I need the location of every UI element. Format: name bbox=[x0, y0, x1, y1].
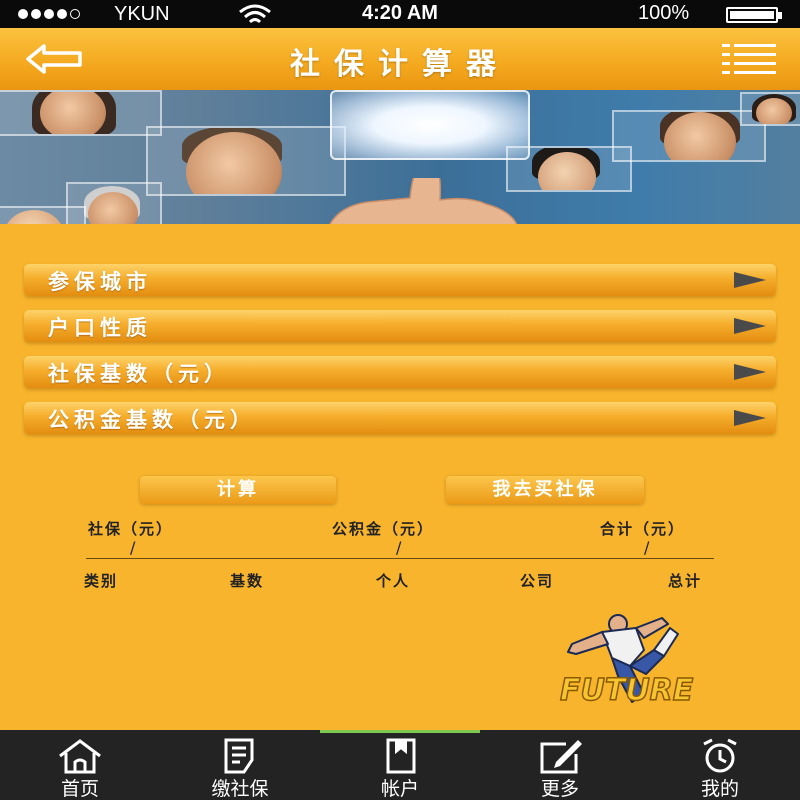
buy-social-insurance-button[interactable]: 我去买社保 bbox=[446, 476, 644, 504]
housing-fund-value: / bbox=[396, 538, 402, 557]
tab-label: 帐户 bbox=[380, 778, 419, 800]
photo-tile bbox=[146, 126, 346, 196]
housing-fund-total-header: 公积金（元） bbox=[332, 520, 435, 538]
battery-percentage: 100% bbox=[638, 2, 690, 24]
edit-icon bbox=[540, 740, 582, 774]
social-insurance-total-header: 社保（元） bbox=[88, 520, 174, 538]
option-label: 户口性质 bbox=[48, 316, 152, 340]
column-personal: 个人 bbox=[376, 572, 411, 590]
document-icon bbox=[224, 738, 254, 774]
future-logo: FUTURE bbox=[559, 614, 695, 709]
navigation-bar: 社保计算器 bbox=[0, 28, 800, 90]
grand-total-header: 合计（元） bbox=[600, 520, 686, 538]
calculate-button[interactable]: 计算 bbox=[140, 476, 336, 504]
home-icon bbox=[59, 739, 101, 774]
column-category: 类别 bbox=[84, 572, 119, 590]
option-insured-city[interactable]: 参保城市 bbox=[24, 264, 776, 296]
option-housing-fund-base[interactable]: 公积金基数（元） bbox=[24, 402, 776, 434]
option-label: 社保基数（元） bbox=[48, 362, 230, 386]
divider bbox=[86, 558, 714, 559]
option-label: 公积金基数（元） bbox=[48, 408, 256, 432]
bottom-tab-bar: 首页 缴社保 帐户 更多 我的 bbox=[0, 730, 800, 800]
arrow-right-icon bbox=[734, 318, 766, 334]
photo-tile bbox=[0, 206, 86, 224]
pointing-hand bbox=[329, 178, 518, 224]
tab-home[interactable]: 首页 bbox=[0, 730, 160, 800]
logo-text: FUTURE bbox=[560, 673, 694, 708]
tab-account[interactable]: 帐户 bbox=[320, 730, 480, 800]
social-insurance-value: / bbox=[130, 538, 136, 557]
photo-tile bbox=[0, 90, 162, 136]
list-menu-icon[interactable] bbox=[722, 42, 778, 76]
option-label: 参保城市 bbox=[48, 270, 152, 294]
option-social-insurance-base[interactable]: 社保基数（元） bbox=[24, 356, 776, 388]
tab-label: 我的 bbox=[700, 778, 739, 800]
arrow-right-icon bbox=[734, 410, 766, 426]
alarm-clock-icon bbox=[703, 738, 737, 773]
tab-more[interactable]: 更多 bbox=[480, 730, 640, 800]
status-bar: YKUN 4:20 AM 100% bbox=[0, 0, 800, 28]
banner-image bbox=[0, 90, 800, 224]
option-household-type[interactable]: 户口性质 bbox=[24, 310, 776, 342]
arrow-right-icon bbox=[734, 364, 766, 380]
tab-label: 更多 bbox=[540, 778, 579, 800]
column-total: 总计 bbox=[668, 572, 703, 590]
column-company: 公司 bbox=[520, 572, 555, 590]
battery-icon bbox=[726, 7, 782, 23]
grand-total-value: / bbox=[644, 538, 650, 557]
highlighted-screen bbox=[330, 90, 530, 160]
tab-label: 缴社保 bbox=[211, 778, 269, 800]
page-title: 社保计算器 bbox=[290, 47, 510, 82]
tab-label: 首页 bbox=[60, 778, 99, 800]
column-base: 基数 bbox=[230, 572, 265, 590]
tab-pay-insurance[interactable]: 缴社保 bbox=[160, 730, 320, 800]
folder-icon bbox=[386, 738, 416, 774]
arrow-right-icon bbox=[734, 272, 766, 288]
photo-tile bbox=[740, 92, 800, 126]
tab-mine[interactable]: 我的 bbox=[640, 730, 800, 800]
